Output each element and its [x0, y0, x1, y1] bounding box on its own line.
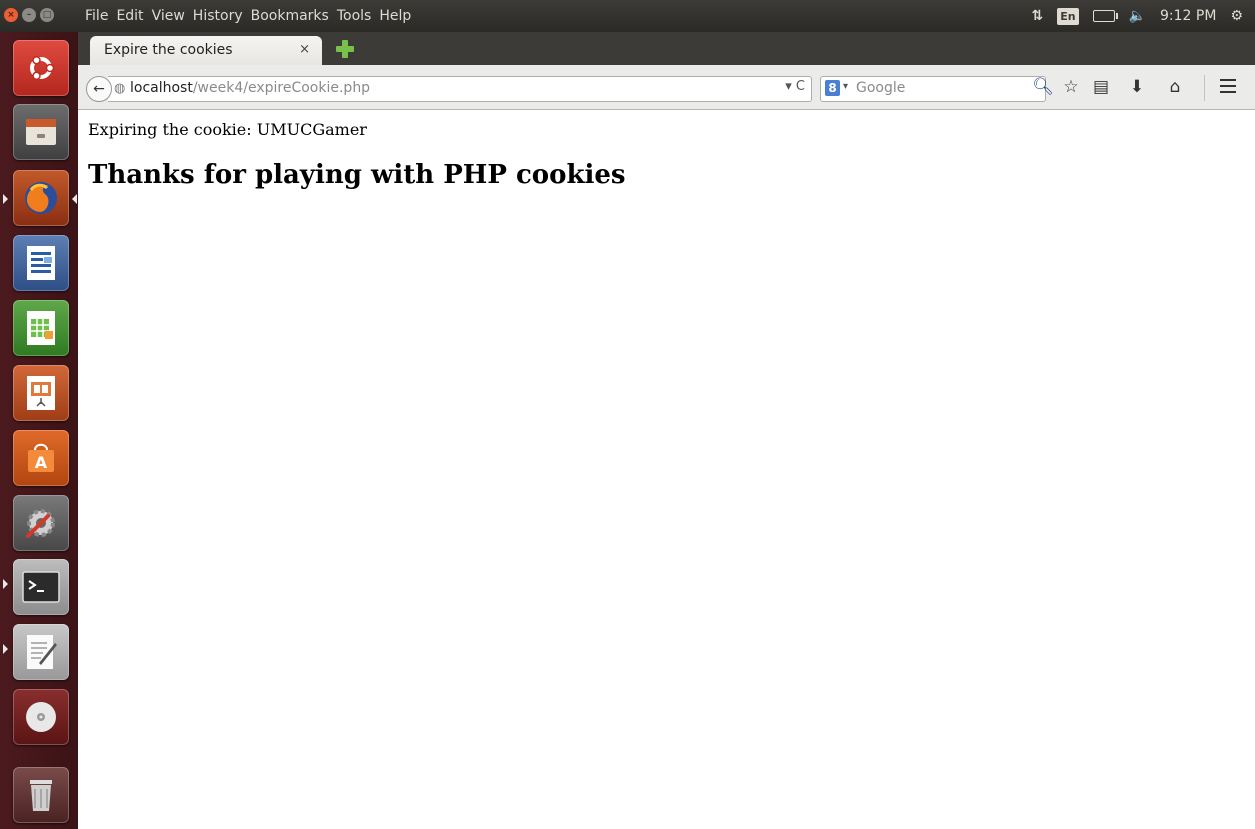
- menu-file[interactable]: File: [85, 8, 108, 24]
- search-placeholder: Google: [856, 80, 906, 96]
- toolbar-separator: [1204, 75, 1205, 101]
- url-text[interactable]: localhost/week4/expireCookie.php: [130, 80, 370, 96]
- system-tray: ⇅ En 🔈 9:12 PM ⚙: [1031, 0, 1255, 32]
- hamburger-menu-icon[interactable]: [1220, 79, 1236, 97]
- downloads-icon[interactable]: ⬇: [1126, 77, 1148, 97]
- menu-bookmarks[interactable]: Bookmarks: [251, 8, 329, 24]
- top-panel: × – □ File Edit View History Bookmarks T…: [0, 0, 1255, 32]
- search-engine-icon[interactable]: 8: [825, 80, 840, 96]
- tab-expire-cookies[interactable]: Expire the cookies ×: [90, 36, 322, 65]
- menu-history[interactable]: History: [193, 8, 243, 24]
- home-icon[interactable]: ⌂: [1164, 77, 1186, 97]
- unity-launcher: A: [0, 32, 79, 829]
- menu-view[interactable]: View: [152, 8, 185, 24]
- menu-edit[interactable]: Edit: [116, 8, 143, 24]
- clock[interactable]: 9:12 PM: [1160, 8, 1216, 24]
- menu-bar: File Edit View History Bookmarks Tools H…: [85, 8, 411, 24]
- bookmarks-menu-icon[interactable]: ▤: [1090, 77, 1112, 97]
- volume-icon[interactable]: 🔈: [1129, 8, 1146, 24]
- keyboard-layout-indicator[interactable]: En: [1057, 7, 1079, 25]
- tab-title: Expire the cookies: [104, 42, 233, 58]
- minimize-window-button[interactable]: –: [22, 8, 36, 22]
- maximize-window-button[interactable]: □: [40, 8, 54, 22]
- url-controls: ▾ C: [785, 79, 805, 94]
- impress-icon[interactable]: [13, 365, 69, 421]
- back-button[interactable]: ←: [86, 76, 112, 102]
- new-tab-plus-icon[interactable]: [336, 40, 354, 58]
- url-bar[interactable]: ◍ localhost/week4/expireCookie.php ▾ C: [108, 76, 812, 102]
- search-bar[interactable]: 8 ▾ Google: [820, 76, 1046, 102]
- search-engine-dropdown-icon[interactable]: ▾: [843, 81, 848, 92]
- search-magnifier-icon[interactable]: 🔍︎: [1032, 77, 1054, 97]
- network-icon[interactable]: ⇅: [1031, 8, 1043, 24]
- software-center-icon[interactable]: A: [13, 430, 69, 486]
- system-settings-icon[interactable]: [13, 495, 69, 551]
- calc-icon[interactable]: [13, 300, 69, 356]
- window-controls: × – □: [4, 8, 54, 22]
- tab-bar: Expire the cookies ×: [78, 32, 1255, 65]
- files-icon[interactable]: [13, 104, 69, 160]
- session-gear-icon[interactable]: ⚙: [1230, 8, 1243, 24]
- bookmark-star-icon[interactable]: ☆: [1060, 77, 1082, 97]
- navigation-toolbar: ◍ localhost/week4/expireCookie.php ▾ C ←…: [78, 65, 1255, 110]
- text-editor-icon[interactable]: [13, 624, 69, 680]
- expire-cookie-text: Expiring the cookie: UMUCGamer: [88, 120, 367, 139]
- reload-icon[interactable]: C: [796, 79, 805, 94]
- menu-help[interactable]: Help: [379, 8, 411, 24]
- page-content: Expiring the cookie: UMUCGamer Thanks fo…: [78, 110, 1255, 829]
- tab-close-icon[interactable]: ×: [299, 42, 310, 57]
- trash-icon[interactable]: [13, 767, 69, 823]
- history-dropdown-icon[interactable]: ▾: [785, 79, 792, 94]
- menu-tools[interactable]: Tools: [337, 8, 372, 24]
- writer-icon[interactable]: [13, 235, 69, 291]
- terminal-icon[interactable]: [13, 559, 69, 615]
- close-window-button[interactable]: ×: [4, 8, 18, 22]
- firefox-icon[interactable]: [13, 170, 69, 226]
- battery-icon[interactable]: [1092, 10, 1118, 22]
- svg-text:A: A: [35, 453, 48, 472]
- dvd-icon[interactable]: [13, 689, 69, 745]
- globe-icon: ◍: [114, 81, 126, 96]
- back-arrow-icon: ←: [93, 81, 105, 97]
- ubuntu-dash-icon[interactable]: [13, 40, 69, 96]
- page-heading: Thanks for playing with PHP cookies: [88, 160, 626, 190]
